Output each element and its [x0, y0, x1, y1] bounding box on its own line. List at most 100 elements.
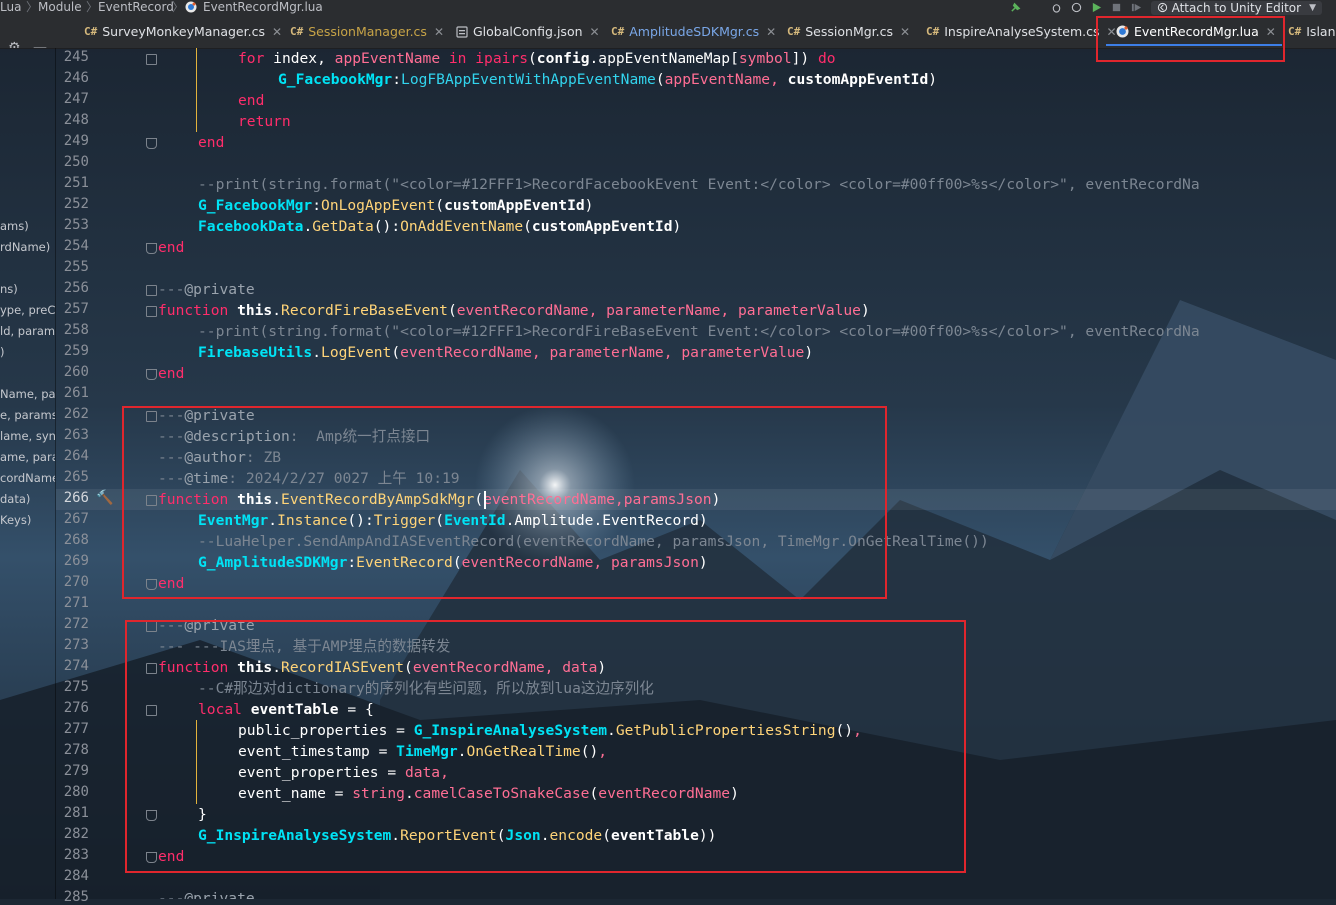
line-number[interactable]: 259 — [56, 343, 89, 359]
line-number[interactable]: 255 — [56, 259, 89, 275]
line-number[interactable]: 251 — [56, 175, 89, 191]
tab-inspireanalysesystem-cs[interactable]: C# InspireAnalyseSystem.cs ✕ — [926, 15, 1117, 48]
structure-item[interactable]: ame, para — [0, 450, 55, 464]
line-number[interactable]: 261 — [56, 385, 89, 401]
csharp-file-icon: C# — [926, 25, 940, 38]
close-icon[interactable]: ✕ — [272, 25, 282, 39]
tab-sessionmgr-cs[interactable]: C# SessionMgr.cs ✕ — [787, 15, 910, 48]
close-icon[interactable]: ✕ — [766, 25, 776, 39]
stop-icon[interactable] — [1111, 2, 1122, 13]
breadcrumb-file[interactable]: EventRecordMgr.lua — [203, 0, 323, 14]
line-number[interactable]: 277 — [56, 721, 89, 737]
structure-item[interactable]: ams) — [0, 219, 29, 233]
breadcrumb-lua[interactable]: Lua — [0, 0, 21, 14]
line-number[interactable]: 247 — [56, 91, 89, 107]
line-number[interactable]: 273 — [56, 637, 89, 653]
tab-surveymonkeymanager-cs[interactable]: C# SurveyMonkeyManager.cs ✕ — [84, 15, 282, 48]
line-number[interactable]: 260 — [56, 364, 89, 380]
line-number[interactable]: 283 — [56, 847, 89, 863]
structure-item[interactable]: ld, param — [0, 324, 55, 338]
line-number[interactable]: 274 — [56, 658, 89, 674]
breadcrumb-eventrecord[interactable]: EventRecord — [98, 0, 174, 14]
line-number[interactable]: 252 — [56, 196, 89, 212]
debug-bug-icon[interactable] — [1051, 2, 1062, 13]
build-hammer-icon[interactable] — [1010, 2, 1021, 13]
run-play-icon[interactable] — [1091, 2, 1102, 13]
close-icon[interactable]: ✕ — [590, 25, 600, 39]
code-token: OnAddEventName — [400, 218, 524, 235]
close-icon[interactable]: ✕ — [434, 25, 444, 39]
tab-sessionmanager-cs[interactable]: C# SessionManager.cs ✕ — [290, 15, 444, 48]
tab-amplitudesdkmgr-cs[interactable]: C# AmplitudeSDKMgr.cs ✕ — [611, 15, 776, 48]
structure-item[interactable]: ns) — [0, 282, 18, 296]
line-number[interactable]: 271 — [56, 595, 89, 611]
tab-label: SurveyMonkeyManager.cs — [102, 24, 265, 39]
close-icon[interactable]: ✕ — [900, 25, 910, 39]
structure-item[interactable]: ) — [0, 345, 5, 359]
code-token: , — [531, 344, 550, 361]
line-number[interactable]: 280 — [56, 784, 89, 800]
code-token: FirebaseUtils — [198, 344, 313, 361]
structure-item[interactable]: data) — [0, 492, 30, 506]
tab-globalconfig-json[interactable]: GlobalConfig.json ✕ — [456, 15, 600, 48]
structure-item[interactable]: rdName) — [0, 240, 50, 254]
profile-icon[interactable] — [1071, 2, 1082, 13]
fold-end-marker[interactable] — [146, 369, 157, 380]
structure-item[interactable]: lame, syn — [0, 429, 55, 443]
code-token: G_FacebookMgr — [278, 71, 393, 88]
structure-item[interactable]: e, params — [0, 408, 55, 422]
line-number[interactable]: 270 — [56, 574, 89, 590]
breadcrumb-module[interactable]: Module — [38, 0, 82, 14]
line-number[interactable]: 256 — [56, 280, 89, 296]
line-number[interactable]: 263 — [56, 427, 89, 443]
line-number[interactable]: 284 — [56, 868, 89, 884]
code-token: RecordFireBaseEvent — [281, 302, 448, 319]
line-number[interactable]: 266 — [56, 490, 89, 506]
line-number[interactable]: 246 — [56, 70, 89, 86]
line-number[interactable]: 258 — [56, 322, 89, 338]
fold-marker[interactable] — [146, 285, 157, 296]
structure-item[interactable]: cordName — [0, 471, 55, 485]
line-number[interactable]: 276 — [56, 700, 89, 716]
hammer-icon[interactable]: 🔨 — [96, 490, 113, 506]
line-number[interactable]: 269 — [56, 553, 89, 569]
line-number[interactable]: 282 — [56, 826, 89, 842]
line-number[interactable]: 279 — [56, 763, 89, 779]
line-number[interactable]: 250 — [56, 154, 89, 170]
line-number[interactable]: 264 — [56, 448, 89, 464]
line-number[interactable]: 281 — [56, 805, 89, 821]
code-line: ---@private — [158, 279, 255, 300]
code-line: end — [158, 363, 184, 384]
line-number[interactable]: 272 — [56, 616, 89, 632]
fold-end-marker[interactable] — [146, 243, 157, 254]
line-number[interactable]: 248 — [56, 112, 89, 128]
tab-islan[interactable]: C# Islan — [1288, 15, 1336, 48]
line-number[interactable]: 262 — [56, 406, 89, 422]
line-number[interactable]: 268 — [56, 532, 89, 548]
attach-to-unity-button[interactable]: Attach to Unity Editor ▼ — [1150, 0, 1322, 15]
line-number[interactable]: 275 — [56, 679, 89, 695]
step-icon[interactable] — [1131, 2, 1142, 13]
line-number[interactable]: 267 — [56, 511, 89, 527]
code-token: ipairs — [475, 50, 528, 67]
line-number[interactable]: 285 — [56, 889, 89, 905]
structure-item[interactable]: ype, preC — [0, 303, 55, 317]
tab-label: InspireAnalyseSystem.cs — [944, 24, 1100, 39]
code-line: for index, appEventName in ipairs(config… — [238, 48, 836, 69]
line-number[interactable]: 265 — [56, 469, 89, 485]
fold-marker[interactable] — [146, 54, 157, 65]
line-number[interactable]: 249 — [56, 133, 89, 149]
fold-marker[interactable] — [146, 306, 157, 317]
code-token: parameterValue — [681, 344, 805, 361]
tab-label: Islan — [1306, 24, 1336, 39]
structure-item[interactable]: Keys) — [0, 513, 31, 527]
line-number[interactable]: 254 — [56, 238, 89, 254]
line-number[interactable]: 278 — [56, 742, 89, 758]
code-token: --print(string.format("<color=#12FFF1>Re… — [198, 323, 1200, 340]
code-token: . — [589, 50, 599, 67]
fold-end-marker[interactable] — [146, 138, 157, 149]
line-number[interactable]: 257 — [56, 301, 89, 317]
line-number[interactable]: 245 — [56, 49, 89, 65]
line-number[interactable]: 253 — [56, 217, 89, 233]
structure-item[interactable]: Name, par — [0, 387, 55, 401]
